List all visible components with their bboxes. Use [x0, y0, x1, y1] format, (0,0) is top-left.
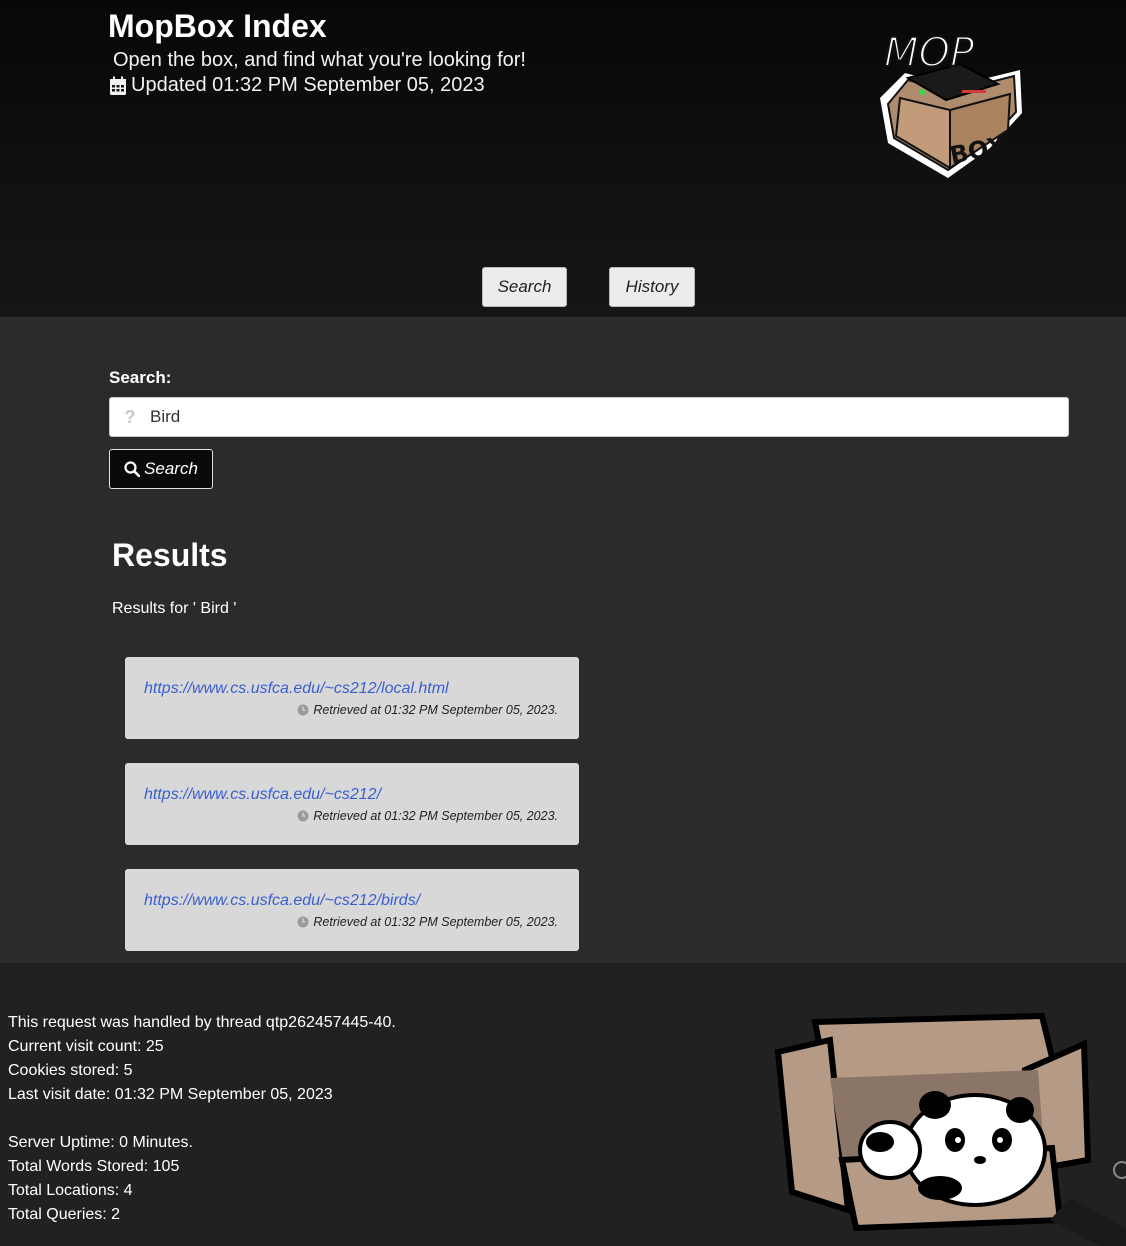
- hero-header: MopBox Index Open the box, and find what…: [0, 0, 1126, 317]
- search-box[interactable]: ?: [109, 397, 1069, 437]
- result-meta: Retrieved at 01:32 PM September 05, 2023…: [297, 809, 558, 823]
- site-tagline: Open the box, and find what you're looki…: [113, 49, 526, 71]
- total-queries: Total Queries: 2: [8, 1206, 121, 1223]
- clock-icon: [297, 916, 309, 928]
- result-link[interactable]: https://www.cs.usfca.edu/~cs212/: [144, 786, 381, 804]
- clock-icon: [297, 810, 309, 822]
- updated-text: Updated 01:32 PM September 05, 2023: [131, 74, 485, 96]
- result-card: https://www.cs.usfca.edu/~cs212/ Retriev…: [125, 763, 579, 845]
- result-meta: Retrieved at 01:32 PM September 05, 2023…: [297, 703, 558, 717]
- clock-icon: [297, 704, 309, 716]
- result-link[interactable]: https://www.cs.usfca.edu/~cs212/local.ht…: [144, 680, 449, 698]
- search-submit-button[interactable]: Search: [109, 449, 213, 489]
- retrieved-text: Retrieved at 01:32 PM September 05, 2023…: [313, 915, 558, 929]
- site-title: MopBox Index: [108, 8, 327, 44]
- mopbox-logo: MOP BOX: [880, 29, 1022, 178]
- results-summary: Results for ' Bird ': [112, 600, 237, 617]
- result-card: https://www.cs.usfca.edu/~cs212/local.ht…: [125, 657, 579, 739]
- magnifier-icon: [124, 461, 141, 477]
- total-locations: Total Locations: 4: [8, 1182, 133, 1199]
- panda-in-box-illustration: [774, 1012, 1126, 1246]
- last-visit: Last visit date: 01:32 PM September 05, …: [8, 1086, 333, 1103]
- retrieved-text: Retrieved at 01:32 PM September 05, 2023…: [313, 703, 558, 717]
- calendar-icon: [109, 76, 127, 96]
- result-meta: Retrieved at 01:32 PM September 05, 2023…: [297, 915, 558, 929]
- logo-mop-text: MOP: [884, 30, 975, 76]
- result-link[interactable]: https://www.cs.usfca.edu/~cs212/birds/: [144, 892, 420, 910]
- total-words: Total Words Stored: 105: [8, 1158, 180, 1175]
- visit-count: Current visit count: 25: [8, 1038, 164, 1055]
- nav-history-button[interactable]: History: [609, 267, 695, 307]
- retrieved-text: Retrieved at 01:32 PM September 05, 2023…: [313, 809, 558, 823]
- search-input[interactable]: [150, 399, 1068, 435]
- updated-timestamp: Updated 01:32 PM September 05, 2023: [109, 74, 485, 97]
- search-label: Search:: [109, 368, 172, 387]
- question-icon: ?: [124, 406, 136, 427]
- thread-info: This request was handled by thread qtp26…: [8, 1014, 396, 1031]
- server-uptime: Server Uptime: 0 Minutes.: [8, 1134, 193, 1151]
- nav-search-button[interactable]: Search: [482, 267, 567, 307]
- results-title: Results: [112, 537, 228, 573]
- result-card: https://www.cs.usfca.edu/~cs212/birds/ R…: [125, 869, 579, 951]
- cookies-stored: Cookies stored: 5: [8, 1062, 133, 1079]
- search-submit-label: Search: [144, 459, 198, 478]
